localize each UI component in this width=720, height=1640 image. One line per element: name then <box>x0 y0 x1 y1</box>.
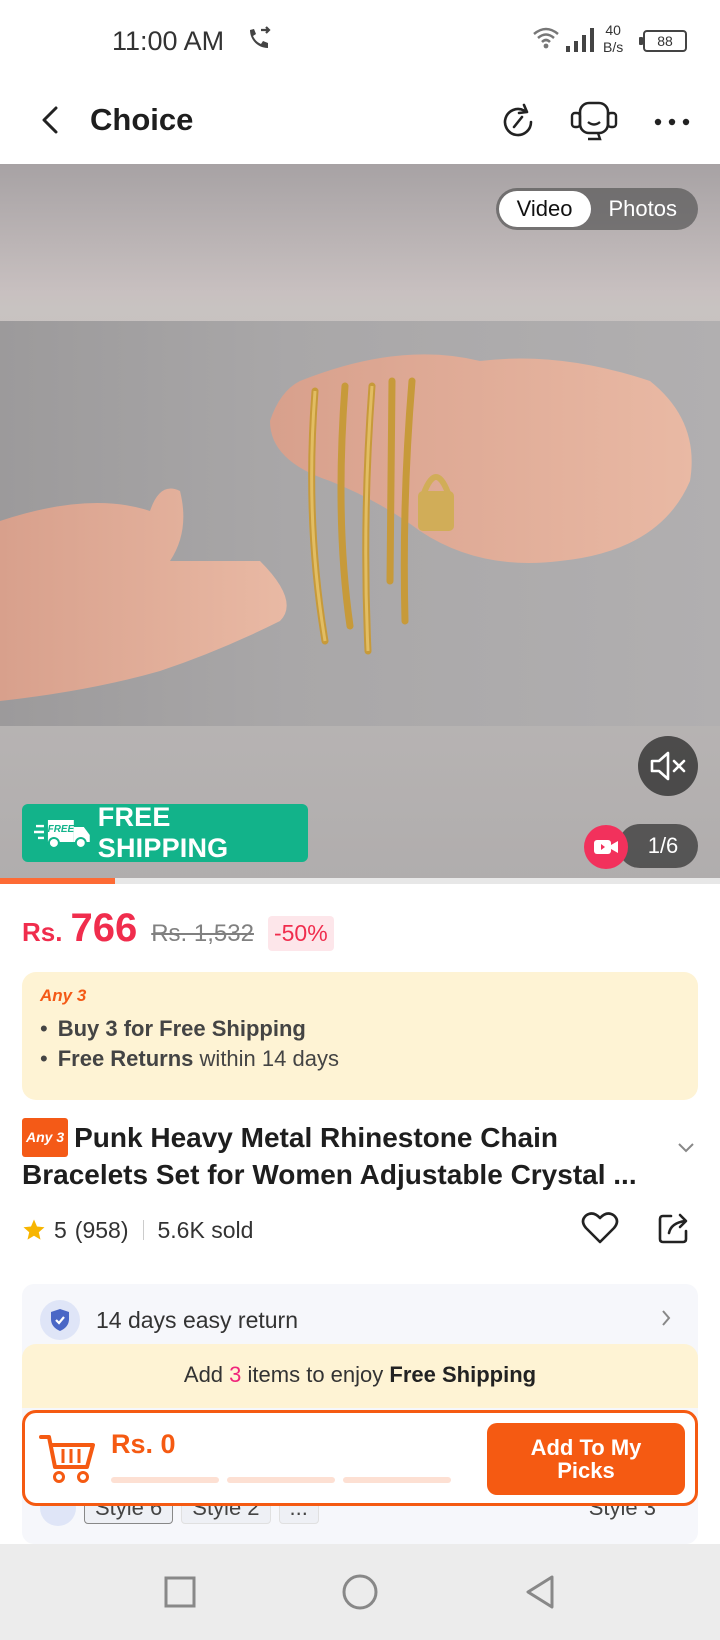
wifi-icon <box>533 27 559 49</box>
page-title: Choice <box>90 102 194 137</box>
share-button[interactable] <box>652 1206 696 1250</box>
shield-icon <box>40 1300 80 1340</box>
picks-total: Rs. 0 <box>111 1429 176 1459</box>
square-icon <box>164 1576 196 1608</box>
product-title-text: Punk Heavy Metal Rhinestone Chain Bracel… <box>22 1122 637 1190</box>
wishlist-button[interactable] <box>578 1206 622 1250</box>
picks-bar: Rs. 0 Add To My Picks <box>22 1410 698 1506</box>
system-nav-bar <box>0 1544 720 1640</box>
product-video-frame <box>0 321 720 726</box>
any3-badge: Any 3 <box>22 1118 69 1157</box>
share-icon <box>658 1213 688 1244</box>
review-count: (958) <box>74 1216 129 1243</box>
history-icon <box>503 103 533 137</box>
progress-segment <box>227 1477 335 1483</box>
app-header: Choice <box>0 80 720 164</box>
heart-icon <box>581 1212 619 1244</box>
add-to-picks-button[interactable]: Add To My Picks <box>487 1423 685 1495</box>
volume-mute-icon <box>650 751 686 781</box>
tab-video[interactable]: Video <box>498 191 591 227</box>
tab-photos[interactable]: Photos <box>591 191 696 227</box>
cart-icon <box>39 1435 95 1483</box>
product-title[interactable]: Any 3 Punk Heavy Metal Rhinestone Chain B… <box>22 1118 662 1192</box>
rating-row[interactable]: 5 (958) 5.6K sold <box>22 1212 253 1248</box>
star-icon <box>23 1219 45 1240</box>
call-forward-icon <box>250 26 271 48</box>
promo-shipping-text: Buy 3 for Free Shipping <box>57 1016 306 1041</box>
promo-line-shipping: • Buy 3 for Free Shipping <box>40 1016 306 1041</box>
price-row: Rs. 766 Rs. 1,532 -50% <box>22 906 334 956</box>
recents-button[interactable] <box>156 1568 204 1616</box>
easy-return-text: 14 days easy return <box>96 1306 299 1333</box>
promo-line-returns: • Free Returns within 14 days <box>40 1046 339 1071</box>
easy-return-row[interactable]: 14 days easy return <box>40 1300 680 1340</box>
home-button[interactable] <box>336 1568 384 1616</box>
promo-returns-bold: Free Returns <box>57 1046 194 1071</box>
progress-segment <box>343 1477 451 1483</box>
hands-bracelets-image <box>0 354 692 701</box>
battery-level: 88 <box>657 33 673 49</box>
video-camera-icon <box>594 840 618 854</box>
triangle-back-icon <box>526 1575 554 1609</box>
media-progress-bar <box>0 878 720 884</box>
media-progress-fill <box>0 878 116 884</box>
delivery-truck-icon: FREE <box>34 820 90 849</box>
media-counter-text: 1/6 <box>647 833 679 858</box>
history-button[interactable] <box>492 96 544 148</box>
items-needed-count: 3 <box>229 1362 242 1387</box>
original-price: Rs. 1,532 <box>151 920 254 947</box>
more-button[interactable] <box>646 96 698 148</box>
discount-badge: -50% <box>267 916 334 951</box>
picks-progress <box>111 1477 451 1483</box>
chevron-down-icon[interactable] <box>676 1142 696 1154</box>
current-price: 766 <box>70 906 138 950</box>
mute-button[interactable] <box>638 736 698 796</box>
truck-free-label: FREE <box>48 824 75 835</box>
sold-count: 5.6K sold <box>157 1216 254 1243</box>
progress-segment <box>111 1477 219 1483</box>
divider <box>142 1220 144 1240</box>
back-button[interactable] <box>30 100 70 140</box>
price-currency: Rs. <box>22 917 63 947</box>
back-arrow-icon <box>42 106 58 134</box>
battery-icon: 88 <box>639 30 687 52</box>
video-badge <box>584 825 628 869</box>
support-button[interactable] <box>568 96 620 148</box>
product-media[interactable]: Video Photos FREE FREE SHIPPING 1/6 <box>0 164 720 882</box>
status-bar: 11:00 AM 40 B/s 88 <box>0 0 720 80</box>
free-shipping-badge: FREE FREE SHIPPING <box>22 802 308 863</box>
status-time: 11:00 AM <box>112 26 225 56</box>
signal-icon <box>566 28 594 52</box>
support-agent-icon <box>570 101 618 141</box>
promo-tag: Any 3 <box>40 986 87 1005</box>
network-speed: 40 B/s <box>603 22 624 55</box>
more-icon <box>654 118 690 126</box>
media-tab-switcher: Video Photos <box>495 188 698 230</box>
free-shipping-label: FREE SHIPPING <box>97 802 229 863</box>
free-shipping-nudge: Add 3 items to enjoy Free Shipping <box>22 1344 698 1408</box>
chevron-right-icon <box>662 1310 671 1326</box>
back-nav-button[interactable] <box>516 1568 564 1616</box>
promo-box[interactable]: Any 3 • Buy 3 for Free Shipping • Free R… <box>22 972 698 1100</box>
circle-icon <box>342 1574 378 1610</box>
promo-returns-rest: within 14 days <box>199 1046 339 1071</box>
media-counter: 1/6 <box>618 824 698 868</box>
rating-value: 5 <box>54 1216 67 1243</box>
